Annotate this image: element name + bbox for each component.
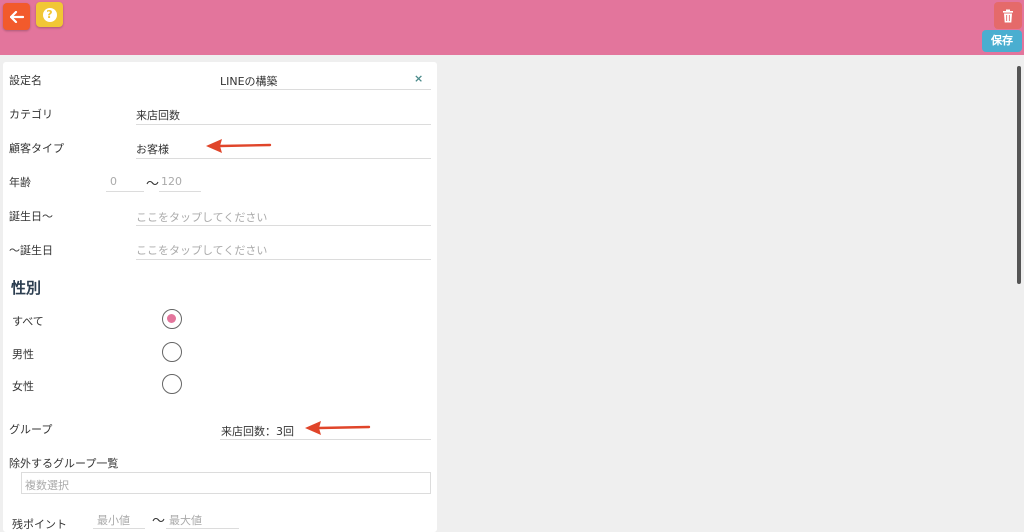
- age-label: 年齢: [9, 176, 31, 189]
- back-button[interactable]: [3, 3, 30, 30]
- category-label: カテゴリ: [9, 108, 53, 121]
- help-button[interactable]: ?: [36, 2, 63, 27]
- annotation-arrow-icon: [305, 421, 371, 435]
- birthday-from-underline: [136, 225, 431, 226]
- category-input[interactable]: 来店回数: [136, 107, 180, 123]
- points-min-input[interactable]: 最小値: [97, 512, 130, 528]
- remaining-points-label: 残ポイント: [12, 518, 67, 531]
- gender-option-male-label: 男性: [12, 348, 34, 361]
- age-min-underline: [106, 191, 144, 192]
- birthday-from-label: 誕生日〜: [9, 210, 53, 223]
- birthday-from-input[interactable]: ここをタップしてください: [136, 209, 267, 225]
- age-max-input[interactable]: 120: [161, 175, 182, 188]
- gender-option-all-label: すべて: [12, 315, 44, 328]
- points-max-underline: [166, 528, 239, 529]
- points-max-input[interactable]: 最大値: [169, 512, 202, 528]
- category-underline: [136, 124, 431, 125]
- top-bar: ? 保存: [0, 0, 1024, 55]
- exclude-groups-select[interactable]: 複数選択: [21, 472, 431, 494]
- clear-icon[interactable]: ×: [414, 72, 423, 85]
- save-button[interactable]: 保存: [982, 30, 1022, 52]
- gender-option-male-radio[interactable]: [162, 342, 182, 362]
- gender-option-female-radio[interactable]: [162, 374, 182, 394]
- customer-type-underline: [136, 158, 431, 159]
- gender-section-title: 性別: [11, 279, 42, 297]
- question-icon: ?: [42, 7, 57, 22]
- customer-type-label: 顧客タイプ: [9, 142, 64, 155]
- exclude-groups-placeholder: 複数選択: [25, 479, 69, 492]
- birthday-to-input[interactable]: ここをタップしてください: [136, 242, 267, 258]
- points-min-underline: [93, 528, 145, 529]
- age-min-input[interactable]: 0: [110, 175, 117, 188]
- setting-name-label: 設定名: [9, 74, 42, 87]
- age-range-tilde: 〜: [146, 177, 160, 192]
- radio-selected-dot: [167, 314, 176, 323]
- group-underline: [220, 439, 431, 440]
- arrow-left-icon: [9, 10, 24, 23]
- trash-icon: [1003, 9, 1013, 22]
- delete-button[interactable]: [994, 2, 1022, 29]
- scrollbar[interactable]: [1017, 66, 1021, 284]
- points-range-tilde: 〜: [152, 514, 166, 529]
- birthday-to-label: 〜誕生日: [9, 244, 53, 257]
- exclude-groups-label: 除外するグループ一覧: [9, 457, 119, 470]
- annotation-arrow-icon: [206, 139, 272, 153]
- customer-type-input[interactable]: お客様: [136, 141, 169, 157]
- age-max-underline: [159, 191, 201, 192]
- setting-name-underline: [220, 89, 431, 90]
- setting-name-input[interactable]: LINEの構築: [220, 73, 278, 89]
- gender-option-female-label: 女性: [12, 380, 34, 393]
- birthday-to-underline: [136, 259, 431, 260]
- group-input[interactable]: 来店回数：3回: [221, 423, 294, 439]
- gender-option-all-radio[interactable]: [162, 309, 182, 329]
- group-label: グループ: [9, 423, 53, 436]
- settings-form: 設定名 LINEの構築 × カテゴリ 来店回数 顧客タイプ お客様 年齢 0 〜…: [3, 62, 437, 532]
